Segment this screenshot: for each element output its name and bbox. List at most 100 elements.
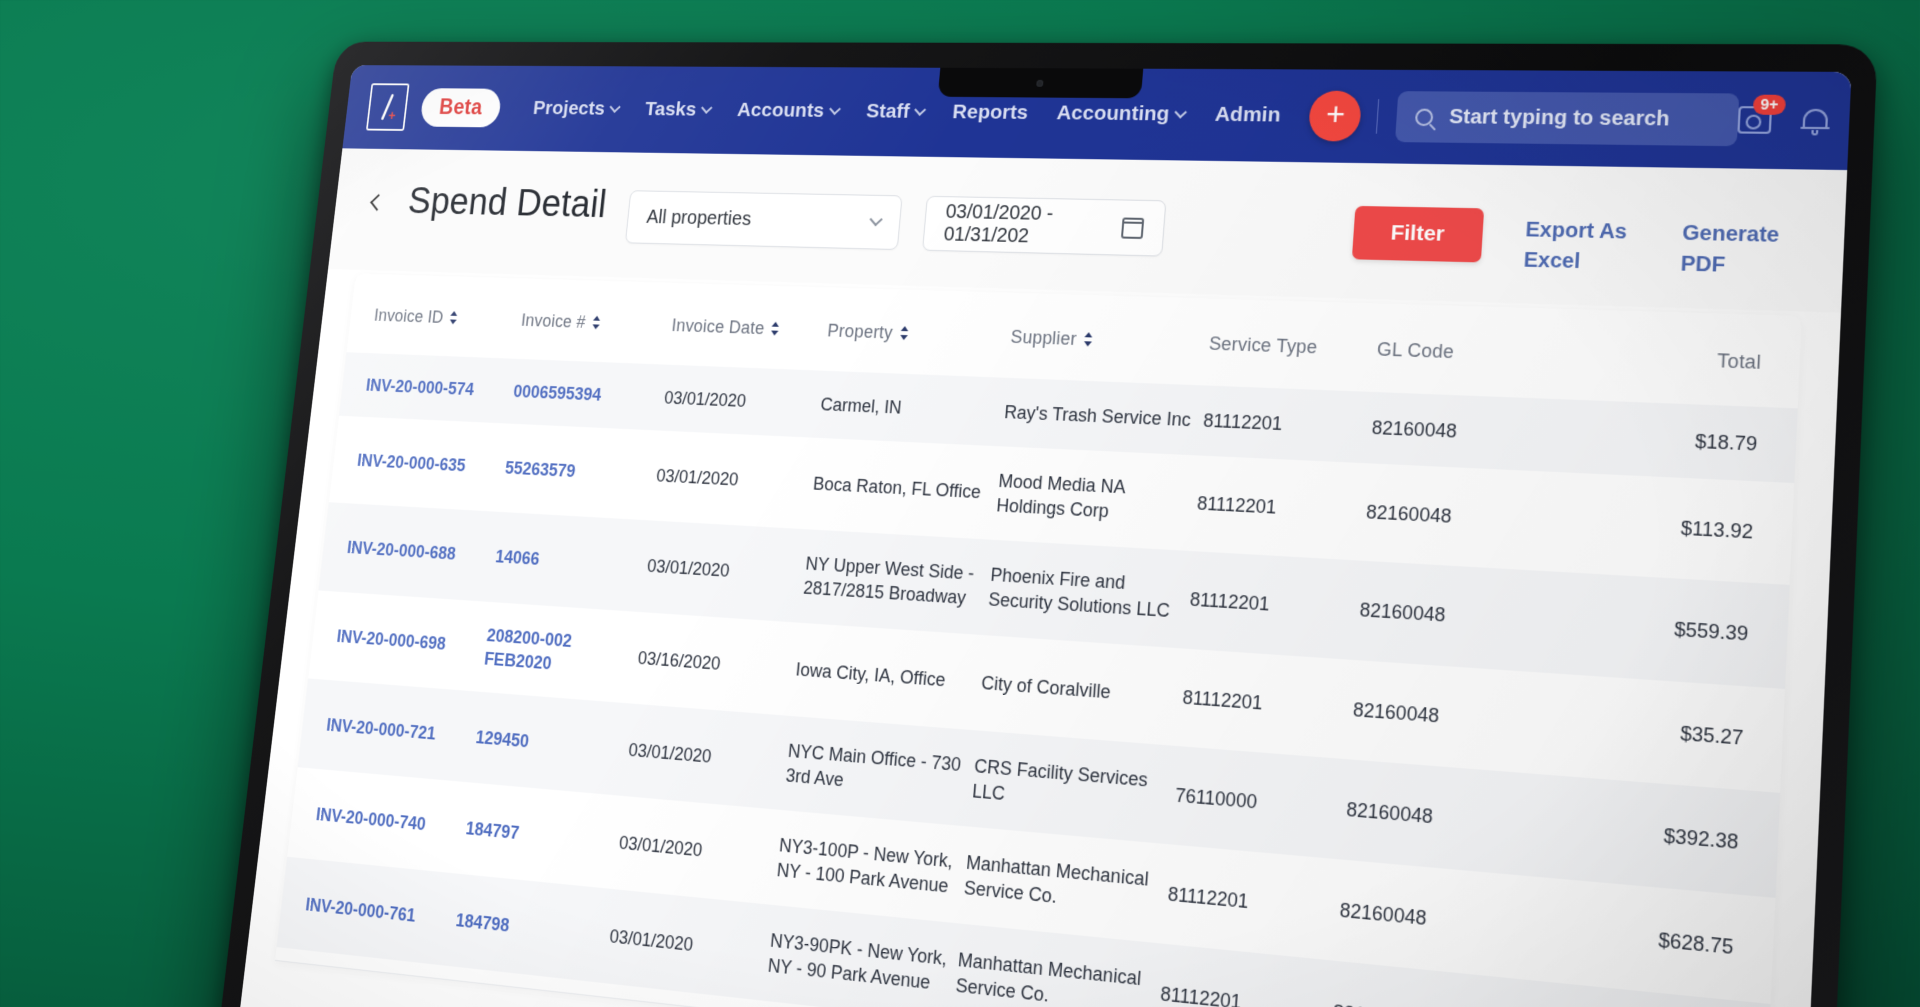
cell-total: $559.39 [1541, 572, 1789, 689]
cell-gl-code: 82160048 [1357, 561, 1548, 672]
cell-service-type: 81112201 [1193, 456, 1369, 561]
notifications-button[interactable] [1801, 106, 1832, 136]
date-range-picker[interactable]: 03/01/2020 - 01/31/202 [923, 196, 1167, 257]
cell-text: INV-20-000-761 [305, 895, 417, 926]
cell-text: 82160048 [1366, 502, 1452, 528]
calendar-icon [1121, 217, 1144, 239]
cell-text: NYC Main Office - 730 3rd Ave [785, 740, 962, 790]
column-header-invoice-id[interactable]: Invoice ID [346, 274, 525, 359]
sort-icon [900, 325, 910, 341]
property-filter-select[interactable]: All properties [625, 190, 903, 250]
cell-text: NY3-90PK - New York, NY - 90 Park Avenue [767, 930, 948, 993]
cell-invoice-num[interactable]: 0006595394 [510, 359, 668, 431]
generate-pdf-button[interactable]: Generate PDF [1680, 212, 1800, 283]
nav-item-reports[interactable]: Reports [937, 95, 1044, 131]
cell-invoice-num[interactable]: 208200-002 FEB2020 [481, 602, 643, 704]
cell-text: 208200-002 FEB2020 [483, 625, 573, 673]
nav-item-accounts-label: Accounts [736, 99, 825, 123]
cell-text: 184797 [465, 818, 520, 843]
cell-invoice-num[interactable]: 14066 [491, 512, 652, 612]
export-as-excel-button[interactable]: Export As Excel [1523, 209, 1640, 279]
cell-service-type: 81112201 [1164, 844, 1343, 961]
page-title: Spend Detail [406, 181, 609, 227]
chevron-down-icon [870, 212, 883, 226]
cell-text: 81112201 [1196, 493, 1277, 518]
nav-item-projects[interactable]: Projects [519, 92, 634, 127]
cell-property: Boca Raton, FL Office [809, 438, 1001, 540]
sort-icon [592, 315, 602, 331]
cell-text: City of Coralville [981, 672, 1112, 702]
property-filter-value: All properties [646, 206, 753, 230]
cell-property: Iowa City, IA, Office [792, 622, 986, 730]
cell-text: INV-20-000-574 [365, 376, 475, 399]
cell-text: 55263579 [504, 458, 576, 481]
nav-item-tasks[interactable]: Tasks [630, 93, 725, 128]
cell-invoice-num[interactable]: 184797 [461, 782, 624, 889]
spend-detail-table: Invoice ID Invoice # Invoice Date Proper… [277, 274, 1802, 1007]
back-button[interactable] [370, 194, 385, 211]
column-header-property[interactable]: Property [824, 287, 1015, 377]
column-label: Service Type [1208, 333, 1318, 357]
sort-icon [1084, 331, 1094, 347]
cell-invoice-num[interactable]: 129450 [471, 692, 634, 796]
cell-text: 129450 [475, 727, 530, 751]
header-actions: Filter Export As Excel Generate PDF [1351, 192, 1801, 284]
column-header-invoice-number[interactable]: Invoice # [517, 278, 676, 364]
cell-text: INV-20-000-721 [325, 715, 436, 744]
nav-item-admin[interactable]: Admin [1199, 97, 1297, 134]
cell-invoice-num[interactable]: 184798 [451, 874, 615, 984]
spend-detail-table-card: Invoice ID Invoice # Invoice Date Proper… [275, 274, 1802, 1007]
cell-text: 81112201 [1182, 686, 1263, 713]
filter-button[interactable]: Filter [1351, 206, 1484, 263]
cell-text: INV-20-000-635 [356, 451, 466, 476]
cell-text: $628.75 [1658, 929, 1734, 959]
nav-item-accounts[interactable]: Accounts [722, 93, 854, 129]
device-stage: + Beta Projects Tasks Accounts Staff Rep… [0, 0, 1920, 1007]
chevron-down-icon [610, 101, 621, 113]
cell-service-type: 81112201 [1186, 552, 1363, 660]
nav-item-accounting[interactable]: Accounting [1041, 96, 1202, 133]
reader-notifications-button[interactable]: 9+ [1738, 106, 1773, 134]
bell-icon [1801, 106, 1832, 136]
cell-invoice-id[interactable]: INV-20-000-721 [298, 678, 481, 782]
global-search-input[interactable]: Start typing to search [1395, 91, 1739, 146]
cell-invoice-date: 03/01/2020 [652, 431, 818, 530]
cell-text: 81112201 [1167, 883, 1249, 912]
cell-text: $392.38 [1663, 824, 1739, 853]
column-label: Invoice Date [671, 316, 766, 339]
column-header-supplier[interactable]: Supplier [1007, 293, 1212, 386]
cell-invoice-num[interactable]: 55263579 [500, 424, 661, 521]
cell-text: 81112201 [1189, 589, 1270, 615]
cell-text: 82160048 [1352, 698, 1439, 726]
cell-invoice-id[interactable]: INV-20-000-688 [319, 503, 501, 602]
cell-property: NY Upper West Side - 2817/2815 Broadway [800, 530, 993, 635]
nav-item-staff[interactable]: Staff [851, 94, 940, 130]
webcam-notch [938, 68, 1144, 99]
cell-text: INV-20-000-698 [336, 626, 447, 653]
sort-icon [771, 321, 781, 337]
nav-item-admin-label: Admin [1214, 103, 1281, 128]
add-button[interactable]: + [1308, 91, 1363, 142]
cell-service-type: 81112201 [1201, 386, 1375, 464]
column-label: Property [827, 321, 894, 343]
sort-icon [449, 310, 458, 325]
table-body: INV-20-000-574 0006595394 03/01/2020 Carmel… [277, 352, 1798, 1007]
cell-text: CRS Facility Services LLC [971, 755, 1148, 804]
bell-base [1801, 126, 1831, 129]
column-header-service-type: Service Type [1206, 299, 1380, 392]
cell-text: 81112201 [1160, 983, 1242, 1007]
cell-invoice-id[interactable]: INV-20-000-698 [308, 590, 490, 692]
cell-invoice-id[interactable]: INV-20-000-635 [329, 416, 510, 512]
cell-invoice-date: 03/01/2020 [614, 796, 782, 905]
cell-invoice-date: 03/01/2020 [605, 889, 774, 1001]
cell-text: Iowa City, IA, Office [795, 659, 946, 690]
app-logo-icon[interactable]: + [366, 83, 410, 131]
nav-item-projects-label: Projects [532, 97, 606, 120]
cell-invoice-id[interactable]: INV-20-000-761 [277, 857, 461, 967]
cell-invoice-id[interactable]: INV-20-000-740 [287, 767, 471, 874]
cell-invoice-id[interactable]: INV-20-000-574 [339, 352, 517, 423]
cell-total: $18.79 [1553, 399, 1798, 483]
cell-gl-code: 82160048 [1336, 860, 1529, 980]
column-label: GL Code [1376, 339, 1454, 363]
column-header-invoice-date[interactable]: Invoice Date [668, 283, 832, 371]
